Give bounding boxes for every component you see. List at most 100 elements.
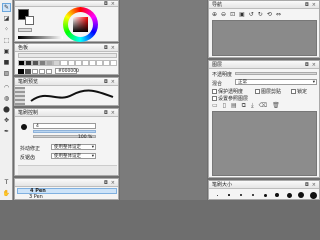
close-icon[interactable]: ×	[111, 45, 115, 51]
pin-icon[interactable]: ◘	[305, 62, 309, 68]
palette-swatch[interactable]	[60, 60, 68, 66]
antialias-dropdown[interactable]: 使用整体设定 ▾	[51, 153, 96, 159]
hex-color-field[interactable]: #000000	[55, 68, 79, 74]
new-layer-icon[interactable]: ▭	[212, 102, 218, 109]
select-tool-icon[interactable]: ⬚	[2, 36, 11, 45]
palette-swatch[interactable]	[39, 68, 45, 74]
move-tool-icon[interactable]: ✥	[2, 116, 11, 125]
brush-size-preset[interactable]	[307, 189, 319, 201]
palette-panel-title-bar: 色板 ◘ ×	[15, 44, 118, 52]
protect-alpha-checkbox[interactable]: 保护透明度	[212, 88, 243, 95]
current-color-swatch[interactable]	[18, 68, 24, 74]
close-icon[interactable]: ×	[312, 62, 316, 68]
rotate-reset-icon[interactable]: ⟲	[267, 11, 272, 18]
pin-icon[interactable]: ◘	[305, 2, 309, 8]
brush-size-preset[interactable]	[259, 189, 271, 201]
pin-icon[interactable]: ◘	[104, 110, 108, 116]
new-vector-layer-icon[interactable]: ▯	[223, 102, 226, 109]
palette-swatch[interactable]	[95, 60, 103, 66]
clear-layer-icon[interactable]: ⌫	[259, 102, 267, 109]
dot-tool-icon[interactable]: ⁘	[2, 25, 11, 34]
lock-checkbox[interactable]: 锁定	[291, 88, 307, 95]
pin-icon[interactable]: ◘	[305, 182, 309, 188]
layer-list[interactable]	[212, 111, 317, 176]
hand-tool-icon[interactable]: ✋	[2, 189, 11, 198]
brush-size-preset[interactable]	[283, 189, 295, 201]
pin-icon[interactable]: ◘	[104, 45, 108, 51]
palette-swatch[interactable]	[67, 60, 75, 66]
palette-swatch[interactable]	[46, 60, 54, 66]
palette-swatch[interactable]	[32, 60, 40, 66]
color-panel: ◘ ×	[14, 0, 119, 42]
palette-swatch[interactable]	[18, 60, 26, 66]
brush-size-preset[interactable]	[211, 189, 223, 201]
rotate-right-icon[interactable]: ↻	[258, 11, 263, 18]
palette-swatch[interactable]	[39, 60, 47, 66]
palette-swatch[interactable]	[53, 60, 61, 66]
zoom-in-icon[interactable]: ⊕	[212, 11, 217, 18]
close-icon[interactable]: ×	[312, 2, 316, 8]
eyedropper-tool-icon[interactable]: ✒	[2, 127, 11, 136]
eraser-tool-icon[interactable]: ◪	[2, 14, 11, 23]
palette-swatch[interactable]	[110, 60, 118, 66]
close-icon[interactable]: ×	[111, 180, 115, 186]
hue-wheel[interactable]	[63, 7, 98, 42]
layer-opacity-slider[interactable]	[235, 72, 317, 75]
brush-size-preset[interactable]	[223, 189, 235, 201]
brush-size-preset[interactable]	[271, 189, 283, 201]
stabilizer-dropdown[interactable]: 使用整体设定 ▾	[51, 144, 96, 150]
shape-tool-icon[interactable]: ■	[2, 58, 11, 67]
canvas-area[interactable]	[120, 0, 207, 200]
brush-size-slider[interactable]	[33, 130, 96, 133]
brightness-slider[interactable]	[18, 36, 63, 39]
palette-swatch[interactable]	[46, 68, 52, 74]
palette-swatch[interactable]	[25, 60, 33, 66]
palette-swatch[interactable]	[88, 60, 96, 66]
gradient-tool-icon[interactable]: ▨	[2, 69, 11, 78]
fill-tool-icon[interactable]: ▣	[2, 47, 11, 56]
brush-preview-panel: 笔刷预览 ◘ ×	[14, 77, 119, 106]
pen-tool-icon[interactable]: ✎	[2, 3, 11, 12]
brush-size-preset[interactable]	[235, 189, 247, 201]
brush-size-field[interactable]: 4	[33, 123, 96, 129]
brush-list-item[interactable]: 3 Pen	[17, 194, 117, 200]
secondary-color-swatch[interactable]	[25, 16, 34, 25]
pin-icon[interactable]: ◘	[104, 79, 108, 85]
flip-horizontal-icon[interactable]: ⇔	[276, 11, 281, 18]
saturation-value-square[interactable]	[73, 17, 88, 32]
new-folder-icon[interactable]: ▤	[231, 102, 237, 109]
brush-size-preset[interactable]	[295, 189, 307, 201]
brush-size-panel-title-bar: 笔刷大小 ◘ ×	[209, 181, 319, 189]
zoom-actual-icon[interactable]: ▣	[239, 11, 245, 18]
pin-icon[interactable]: ◘	[104, 1, 108, 7]
text-tool-icon[interactable]: T	[2, 178, 11, 187]
navigator-preview[interactable]	[212, 20, 317, 56]
palette-tab-strip[interactable]	[18, 53, 117, 58]
merge-down-icon[interactable]: ⤓	[251, 102, 254, 110]
color-mode-button[interactable]	[18, 28, 32, 32]
layer-panel: 图层 ◘ × 不透明度 混合 正常 ▾ 保护透明度 图层剪贴 锁定 设置参照图层 …	[208, 60, 320, 178]
palette-swatch[interactable]	[32, 68, 38, 74]
palette-swatch[interactable]	[102, 60, 111, 66]
blend-mode-dropdown[interactable]: 正常 ▾	[235, 79, 317, 85]
close-icon[interactable]: ×	[111, 1, 115, 7]
delete-layer-icon[interactable]: 🗑	[272, 102, 280, 109]
checkbox-box	[212, 96, 217, 101]
zoom-out-icon[interactable]: ⊖	[221, 11, 226, 18]
close-icon[interactable]: ×	[111, 110, 115, 116]
close-icon[interactable]: ×	[111, 79, 115, 85]
close-icon[interactable]: ×	[312, 182, 316, 188]
blur-tool-icon[interactable]: ◍	[2, 94, 11, 103]
palette-swatch[interactable]	[81, 60, 89, 66]
palette-swatch[interactable]	[74, 60, 82, 66]
pin-icon[interactable]: ◘	[104, 180, 108, 186]
clip-layer-checkbox[interactable]: 图层剪贴	[255, 88, 281, 95]
stamp-tool-icon[interactable]: ⬤	[2, 105, 11, 114]
brush-stroke-preview	[30, 89, 114, 102]
rotate-left-icon[interactable]: ↺	[249, 11, 254, 18]
zoom-fit-icon[interactable]: ⊡	[230, 11, 235, 18]
brush-size-preset[interactable]	[247, 189, 259, 201]
lasso-tool-icon[interactable]: ◠	[2, 83, 11, 92]
copy-layer-icon[interactable]: ⧉	[242, 102, 246, 110]
palette-swatch[interactable]	[25, 68, 31, 74]
